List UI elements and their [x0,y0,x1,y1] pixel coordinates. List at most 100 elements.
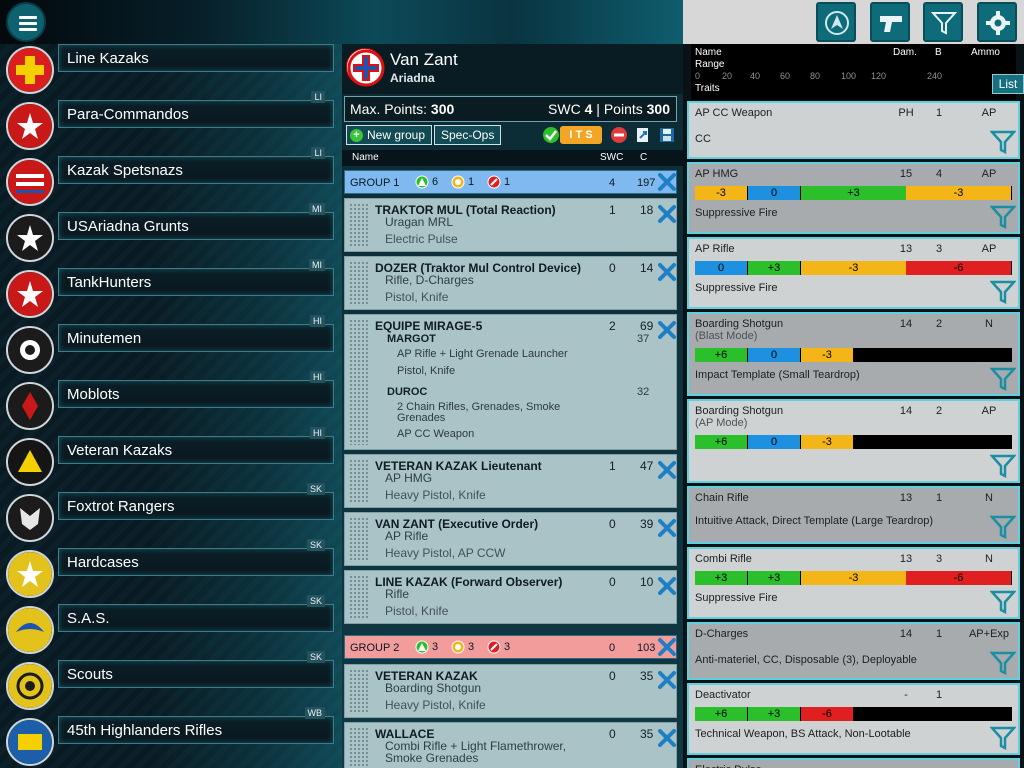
remove-group-icon[interactable] [656,171,678,193]
weapon-card[interactable]: Chain Rifle 13 1 N Intuitive Attack, Direct … [687,486,1020,544]
faction-item[interactable]: Scouts SK [0,651,342,716]
unit-row[interactable]: EQUIPE MIRAGE-5 2 69 MARGOT 37 AP Rifle + Lig… [344,314,677,450]
filter-icon[interactable] [990,204,1016,230]
max-points-value[interactable]: 300 [431,101,454,117]
group-header[interactable]: GROUP 1 6 1 1 4 197 [344,170,677,194]
filter-icon[interactable] [990,453,1016,479]
filter-icon[interactable] [990,514,1016,540]
faction-name: Hardcases [67,554,139,571]
list-button[interactable]: List [992,74,1024,94]
weapon-card[interactable]: AP CC Weapon PH 1 AP CC [687,101,1020,159]
faction-button[interactable]: Para-Commandos LI [58,91,334,128]
faction-button[interactable]: TankHunters MI [58,259,334,296]
faction-item[interactable]: Foxtrot Rangers SK [0,483,342,548]
drag-handle[interactable] [349,459,369,503]
check-icon[interactable] [542,126,560,144]
remove-group-icon[interactable] [656,636,678,658]
weapon-name: Combi Rifle [695,553,752,565]
faction-button[interactable]: Scouts SK [58,651,334,688]
range-tick-label: 100 [841,71,857,81]
faction-logo-icon [6,326,54,374]
faction-item[interactable]: Hardcases SK [0,539,342,604]
drag-handle[interactable] [349,203,369,247]
range-band: -3 [906,186,1012,200]
sub-unit-weapons: 2 Chain Rifles, Grenades, Smoke Grenades [397,401,561,424]
spec-ops-button[interactable]: Spec-Ops [434,125,502,145]
remove-unit-icon[interactable] [656,261,678,283]
faction-item[interactable]: Minutemen HI [0,315,342,380]
range-bar: 0 +3 -3 -6 [695,261,1012,275]
faction-button[interactable]: Hardcases SK [58,539,334,576]
settings-button[interactable] [977,2,1017,42]
faction-item[interactable]: S.A.S. SK [0,595,342,660]
faction-button[interactable]: Kazak Spetsnazs LI [58,147,334,184]
faction-item[interactable]: Line Kazaks [0,44,342,100]
faction-button[interactable]: USAriadna Grunts MI [58,203,334,240]
weapon-name: Deactivator [695,689,751,701]
faction-item[interactable]: TankHunters MI [0,259,342,324]
weapon-card[interactable]: Boarding Shotgun (Blast Mode) 14 2 N +6 0 -3 Imp… [687,312,1020,396]
filter-icon[interactable] [990,589,1016,615]
new-group-button[interactable]: + New group [346,125,433,145]
weapon-card[interactable]: Combi Rifle 13 3 N +3 +3 -3 -6 Suppressive Fire [687,547,1020,619]
filter-icon[interactable] [990,129,1016,155]
hamburger-menu-icon[interactable] [6,2,46,42]
unit-row[interactable]: VETERAN KAZAK Lieutenant 1 47 AP HMG Heavy P… [344,454,677,508]
faction-button[interactable]: Foxtrot Rangers SK [58,483,334,520]
weapon-card[interactable]: Deactivator - 1 +6 +3 -6 Technical Weapon, BS … [687,683,1020,755]
remove-unit-icon[interactable] [656,319,678,341]
group-header[interactable]: GROUP 2 3 3 3 0 103 [344,635,677,659]
save-icon[interactable] [658,126,676,144]
faction-item[interactable]: Veteran Kazaks HI [0,427,342,492]
faction-item[interactable]: 45th Highlanders Rifles WB [0,707,342,768]
filter-icon[interactable] [990,650,1016,676]
weapon-card[interactable]: AP HMG 15 4 AP -3 0 +3 -3 Suppressive Fire [687,162,1020,234]
unit-row[interactable]: TRAKTOR MUL (Total Reaction) 1 18 Uragan MR… [344,198,677,252]
faction-button[interactable]: S.A.S. SK [58,595,334,632]
unit-row[interactable]: WALLACE 0 35 Combi Rifle + Light Flamethrow… [344,722,677,768]
remove-unit-icon[interactable] [656,517,678,539]
faction-name: Scouts [67,666,113,683]
faction-item[interactable]: Moblots HI [0,371,342,436]
remove-unit-icon[interactable] [656,727,678,749]
unit-swc: 0 [609,261,616,275]
weapon-card[interactable]: Electric Pulse [687,758,1020,768]
its-badge-icon[interactable]: I T S [560,126,602,144]
unit-row[interactable]: DOZER (Traktor Mul Control Device) 0 14 Rif… [344,256,677,310]
faction-item[interactable]: Para-Commandos LI [0,91,342,156]
faction-button[interactable]: Veteran Kazaks HI [58,427,334,464]
unit-row[interactable]: VAN ZANT (Executive Order) 0 39 AP Rifle Hea… [344,512,677,566]
weapons-button[interactable] [870,2,910,42]
faction-item[interactable]: USAriadna Grunts MI [0,203,342,268]
filter-button[interactable] [923,2,963,42]
army-logo-button[interactable] [816,2,856,42]
range-bar: +6 0 -3 [695,348,1012,362]
remove-unit-icon[interactable] [656,203,678,225]
faction-button[interactable]: Moblots HI [58,371,334,408]
drag-handle[interactable] [349,727,369,767]
weapon-card[interactable]: Boarding Shotgun (AP Mode) 14 2 AP +6 0 -3 [687,399,1020,483]
drag-handle[interactable] [349,575,369,619]
drag-handle[interactable] [349,319,369,445]
unit-row[interactable]: LINE KAZAK (Forward Observer) 0 10 Rifle Pis… [344,570,677,624]
faction-button[interactable]: 45th Highlanders Rifles WB [58,707,334,744]
remove-unit-icon[interactable] [656,459,678,481]
weapon-card[interactable]: AP Rifle 13 3 AP 0 +3 -3 -6 Suppressive Fire [687,237,1020,309]
weapon-ammo: N [985,553,993,565]
faction-logo-icon [6,662,54,710]
filter-icon[interactable] [990,366,1016,392]
drag-handle[interactable] [349,261,369,305]
unit-row[interactable]: VETERAN KAZAK 0 35 Boarding Shotgun Heavy Pi… [344,664,677,718]
weapon-card[interactable]: D-Charges 14 1 AP+Exp Anti-materiel, CC, Dis… [687,622,1020,680]
remove-unit-icon[interactable] [656,575,678,597]
drag-handle[interactable] [349,517,369,561]
faction-button[interactable]: Line Kazaks [58,44,334,72]
faction-button[interactable]: Minutemen HI [58,315,334,352]
drag-handle[interactable] [349,669,369,713]
filter-icon[interactable] [990,279,1016,305]
share-icon[interactable] [634,126,652,144]
filter-icon[interactable] [990,725,1016,751]
remove-unit-icon[interactable] [656,669,678,691]
faction-item[interactable]: Kazak Spetsnazs LI [0,147,342,212]
delete-icon[interactable] [610,126,628,144]
